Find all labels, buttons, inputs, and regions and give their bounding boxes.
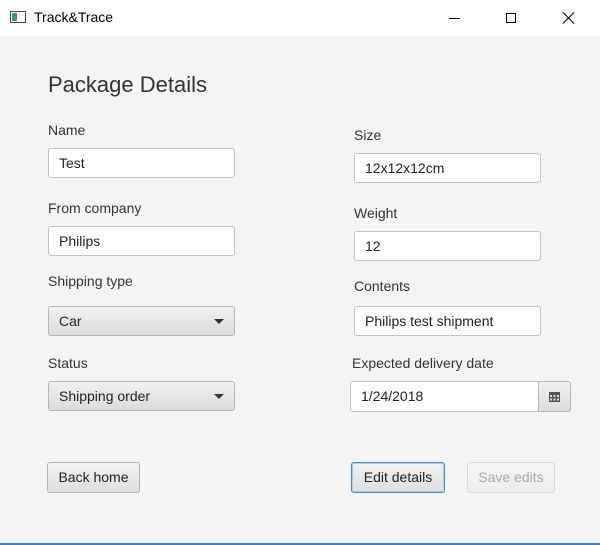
contents-label: Contents bbox=[354, 278, 411, 294]
expected-delivery-date-field[interactable]: 1/24/2018 bbox=[350, 381, 539, 412]
expected-delivery-label: Expected delivery date bbox=[352, 355, 494, 371]
back-home-button[interactable]: Back home bbox=[47, 462, 140, 493]
minimize-button[interactable] bbox=[431, 0, 477, 36]
shipping-type-value: Car bbox=[59, 313, 82, 329]
save-edits-button[interactable]: Save edits bbox=[467, 462, 555, 493]
size-label: Size bbox=[354, 127, 382, 143]
from-company-field[interactable]: Philips bbox=[48, 226, 235, 256]
close-button[interactable] bbox=[546, 0, 592, 36]
edit-details-button[interactable]: Edit details bbox=[351, 462, 445, 493]
status-value: Shipping order bbox=[59, 388, 151, 404]
calendar-icon bbox=[549, 391, 560, 402]
maximize-button[interactable] bbox=[488, 0, 534, 36]
shipping-type-dropdown[interactable]: Car bbox=[48, 306, 235, 336]
weight-label: Weight bbox=[354, 205, 398, 221]
status-dropdown[interactable]: Shipping order bbox=[48, 381, 235, 411]
minimize-icon bbox=[448, 17, 460, 19]
size-field[interactable]: 12x12x12cm bbox=[354, 153, 541, 183]
chevron-down-icon bbox=[214, 394, 224, 399]
app-window-icon bbox=[10, 11, 26, 23]
contents-field[interactable]: Philips test shipment bbox=[354, 306, 541, 336]
chevron-down-icon bbox=[214, 319, 224, 324]
weight-field[interactable]: 12 bbox=[354, 231, 541, 261]
name-field[interactable]: Test bbox=[48, 148, 235, 178]
from-company-label: From company bbox=[48, 200, 142, 216]
name-label: Name bbox=[48, 122, 86, 138]
maximize-icon bbox=[506, 13, 516, 23]
title-bar: Track&Trace bbox=[0, 0, 600, 36]
date-picker-button[interactable] bbox=[538, 381, 571, 412]
page-title: Package Details bbox=[48, 72, 207, 97]
status-label: Status bbox=[48, 355, 88, 371]
window-title: Track&Trace bbox=[34, 9, 114, 25]
close-icon bbox=[562, 11, 576, 25]
shipping-type-label: Shipping type bbox=[48, 273, 133, 289]
